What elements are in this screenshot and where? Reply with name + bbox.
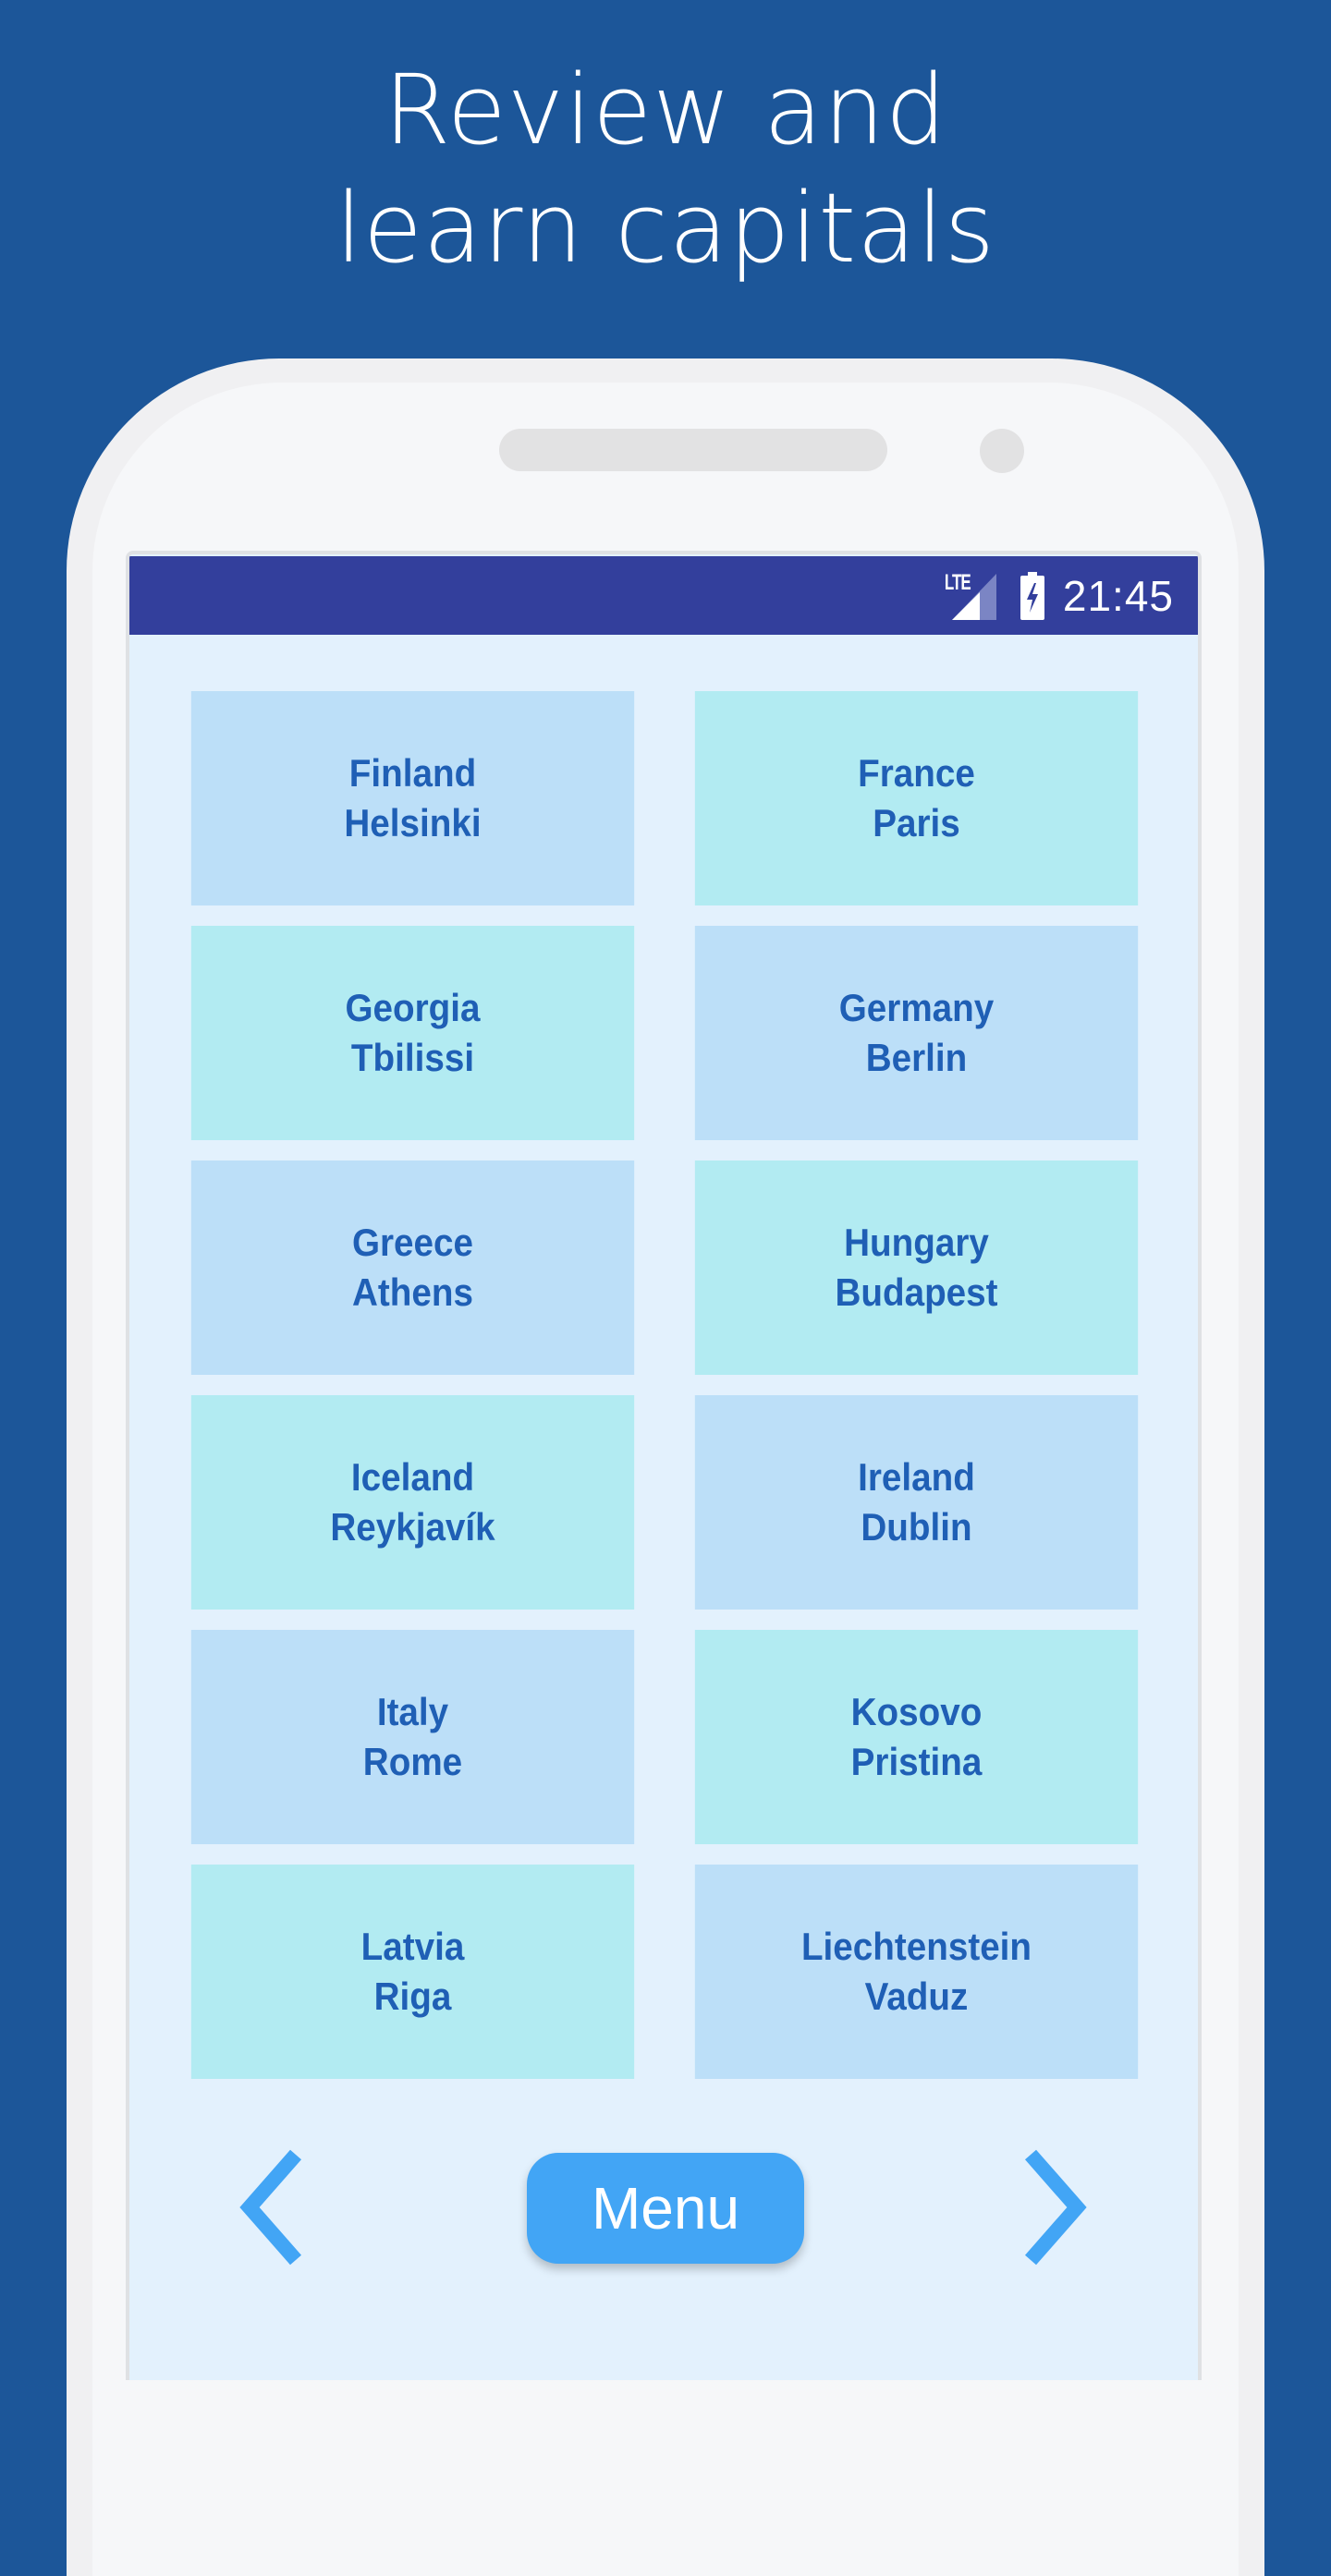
app-screen: LTE 21:45 Finland Helsinki France Paris Geor… [126, 551, 1202, 2380]
capital-card-germany[interactable]: Germany Berlin [694, 926, 1139, 1140]
bottom-navigation: Menu [129, 2114, 1198, 2299]
capital-card-ireland[interactable]: Ireland Dublin [694, 1395, 1139, 1610]
card-country: Germany [838, 986, 995, 1029]
phone-speaker [499, 429, 887, 471]
chevron-right-icon[interactable] [1012, 2147, 1095, 2267]
capital-card-finland[interactable]: Finland Helsinki [190, 691, 635, 905]
card-country: Kosovo [850, 1690, 983, 1733]
card-country: Italy [376, 1690, 449, 1733]
card-capital: Helsinki [344, 801, 482, 844]
capital-card-grid: Finland Helsinki France Paris Georgia Tbiliss… [172, 691, 1157, 2079]
card-capital: Dublin [861, 1505, 972, 1549]
battery-charging-icon [1020, 571, 1044, 620]
card-capital: Rome [362, 1740, 463, 1783]
capital-card-italy[interactable]: Italy Rome [190, 1630, 635, 1844]
card-capital: Vaduz [864, 1975, 969, 2018]
card-capital: Pristina [850, 1740, 983, 1783]
card-country: Ireland [858, 1455, 975, 1499]
capital-card-greece[interactable]: Greece Athens [190, 1160, 635, 1375]
chevron-left-icon[interactable] [231, 2147, 314, 2267]
card-capital: Budapest [835, 1270, 998, 1314]
capital-card-hungary[interactable]: Hungary Budapest [694, 1160, 1139, 1375]
card-country: Greece [351, 1221, 474, 1264]
signal-strength-icon [951, 573, 996, 620]
card-country: France [858, 751, 975, 795]
card-capital: Riga [373, 1975, 452, 2018]
status-bar: LTE 21:45 [129, 556, 1198, 635]
lte-signal-icon: LTE [945, 570, 996, 622]
card-capital: Athens [352, 1270, 473, 1314]
capital-card-kosovo[interactable]: Kosovo Pristina [694, 1630, 1139, 1844]
card-country: Latvia [360, 1925, 465, 1968]
capital-card-latvia[interactable]: Latvia Riga [190, 1865, 635, 2079]
capital-card-georgia[interactable]: Georgia Tbilissi [190, 926, 635, 1140]
status-clock: 21:45 [1062, 571, 1174, 620]
card-capital: Berlin [865, 1036, 968, 1079]
phone-camera [980, 429, 1024, 473]
capital-card-iceland[interactable]: Iceland Reykjavík [190, 1395, 635, 1610]
card-country: Hungary [844, 1221, 989, 1264]
capital-card-liechtenstein[interactable]: Liechtenstein Vaduz [694, 1865, 1139, 2079]
card-capital: Reykjavík [330, 1505, 495, 1549]
card-capital: Paris [873, 801, 960, 844]
card-capital: Tbilissi [350, 1036, 475, 1079]
capital-card-france[interactable]: France Paris [694, 691, 1139, 905]
headline-line-2: learn capitals [336, 172, 995, 285]
card-country: Iceland [350, 1455, 475, 1499]
promo-headline: Review and learn capitals [0, 51, 1331, 287]
menu-button[interactable]: Menu [527, 2153, 804, 2264]
card-country: Finland [348, 751, 477, 795]
headline-line-1: Review and [384, 54, 947, 166]
card-country: Georgia [345, 986, 481, 1029]
card-country: Liechtenstein [800, 1925, 1032, 1968]
